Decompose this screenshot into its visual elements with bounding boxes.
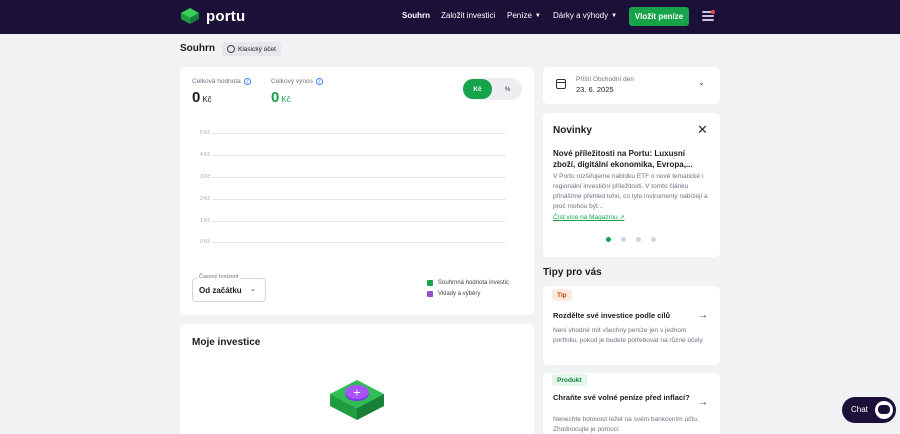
arrow-right-icon[interactable]: → xyxy=(698,311,708,321)
legend-swatch xyxy=(427,291,433,297)
close-icon[interactable]: ✕ xyxy=(697,123,708,136)
arrow-right-icon[interactable]: → xyxy=(698,398,708,408)
top-navigation: portu Souhrn Založit investici Peníze ▼ … xyxy=(0,0,900,34)
total-yield-label: Celkový výnos xyxy=(271,78,313,85)
grid-line xyxy=(212,221,506,222)
nav-penize-label: Peníze xyxy=(507,11,532,20)
nav-darky-a-vyhody[interactable]: Dárky a výhody ▼ xyxy=(553,11,617,20)
carousel-dots xyxy=(606,237,656,242)
chat-label: Chat xyxy=(851,405,868,414)
product-tag: Produkt xyxy=(552,374,587,386)
tip-body: Není vhodné mít všechny peníze jen v jed… xyxy=(553,327,704,344)
y-tick-label: 1 Kč xyxy=(199,218,210,224)
grid-line xyxy=(212,242,506,243)
grid-line xyxy=(212,177,506,178)
total-yield-block: Celkový výnos i 0 Kč xyxy=(271,78,323,106)
total-yield: 0 xyxy=(271,89,280,106)
chat-widget-button[interactable]: Chat xyxy=(842,397,896,423)
news-body: V Portu rozšiřujeme nabídku ETF o nové t… xyxy=(553,173,708,210)
calendar-icon xyxy=(556,79,566,89)
toggle-currency-option[interactable]: Kč xyxy=(463,79,492,99)
trading-day-date: 23. 6. 2025 xyxy=(576,85,614,94)
account-type-badge[interactable]: Klasický účet xyxy=(222,42,281,56)
user-icon xyxy=(227,45,235,53)
chevron-down-icon: ⌄ xyxy=(250,286,256,293)
total-value-label: Celková hodnota xyxy=(192,78,241,85)
my-investments-title: Moje investice xyxy=(192,337,261,348)
tip-title: Rozdělte své investice podle cílů xyxy=(553,311,671,320)
carousel-dot[interactable] xyxy=(621,237,626,242)
grid-line xyxy=(212,155,506,156)
portu-logo[interactable]: portu xyxy=(180,7,245,25)
legend-item-deposits: Vklady a výběry xyxy=(427,291,480,297)
logo-cube-icon xyxy=(181,8,199,24)
y-tick-label: 3 Kč xyxy=(199,174,210,180)
news-headline[interactable]: Nové příležitosti na Portu: Luxusní zbož… xyxy=(553,148,709,170)
nav-souhrn[interactable]: Souhrn xyxy=(402,11,430,20)
total-yield-currency: Kč xyxy=(281,95,291,104)
nav-darky-label: Dárky a výhody xyxy=(553,11,609,20)
total-value-block: Celková hodnota i 0 Kč xyxy=(192,78,251,106)
chevron-down-icon: ▼ xyxy=(611,12,618,19)
grid-line xyxy=(212,133,506,134)
news-link-label: Číst více na Magazínu xyxy=(553,214,618,221)
carousel-dot[interactable] xyxy=(636,237,641,242)
info-icon[interactable]: i xyxy=(243,78,251,85)
product-body: Nenechte hotovost ležet na svém bankovní… xyxy=(553,416,699,433)
y-tick-label: 0 Kč xyxy=(199,239,210,245)
news-title: Novinky xyxy=(553,125,592,136)
logo-text: portu xyxy=(206,7,246,25)
grid-line xyxy=(212,199,506,200)
total-value-currency: Kč xyxy=(202,95,212,104)
total-value: 0 xyxy=(192,89,201,106)
y-tick-label: 2 Kč xyxy=(199,196,210,202)
page-title: Souhrn xyxy=(180,43,215,54)
nav-penize[interactable]: Peníze ▼ xyxy=(507,11,541,20)
tips-title: Tipy pro vás xyxy=(543,267,602,278)
chevron-down-icon[interactable]: ⌄ xyxy=(698,78,705,87)
time-horizon-label: Časový horizont xyxy=(197,274,241,280)
svg-text:+: + xyxy=(353,388,361,399)
tip-tag: Tip xyxy=(552,289,572,301)
legend-item-total-value: Souhrnná hodnota investic xyxy=(427,280,509,286)
info-icon[interactable]: i xyxy=(315,78,323,85)
chat-bubble-icon xyxy=(875,401,893,419)
currency-percent-toggle: Kč % xyxy=(462,78,522,100)
y-tick-label: 5 Kč xyxy=(199,130,210,136)
account-type-label: Klasický účet xyxy=(238,45,276,53)
legend-swatch xyxy=(427,280,433,286)
toggle-percent-option[interactable]: % xyxy=(494,79,521,99)
legend-label: Vklady a výběry xyxy=(438,291,481,297)
news-read-more-link[interactable]: Číst více na Magazínu ↗ xyxy=(553,214,625,221)
y-tick-label: 4 Kč xyxy=(199,152,210,158)
chevron-down-icon: ▼ xyxy=(534,12,541,19)
external-link-icon: ↗ xyxy=(619,215,625,221)
trading-day-label: Příští Obchodní den xyxy=(576,76,634,83)
nav-zalozit-investici[interactable]: Založit investici xyxy=(441,11,495,20)
nav-zalozit-investici-label: Založit investici xyxy=(441,11,496,20)
carousel-dot[interactable] xyxy=(651,237,656,242)
next-trading-day-card[interactable] xyxy=(543,67,720,104)
legend-label: Souhrnná hodnota investic xyxy=(438,280,510,286)
add-investment-icon[interactable]: + xyxy=(328,378,386,422)
notification-dot xyxy=(711,10,715,14)
time-horizon-value: Od začátku xyxy=(199,286,242,295)
deposit-money-button[interactable]: Vložit peníze xyxy=(629,7,689,26)
product-title: Chraňte své volné peníze před inflací? xyxy=(553,393,690,402)
nav-souhrn-label: Souhrn xyxy=(402,11,430,20)
carousel-dot[interactable] xyxy=(606,237,611,242)
